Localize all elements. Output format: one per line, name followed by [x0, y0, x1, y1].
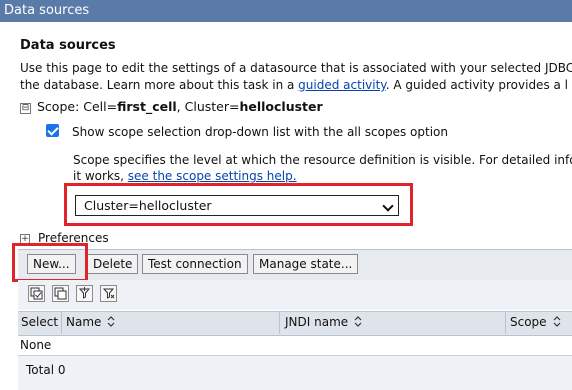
table-footer: [18, 355, 572, 390]
collapse-icon[interactable]: ⊟: [20, 103, 31, 114]
show-all-scopes-checkbox[interactable]: [46, 124, 59, 137]
scope-select[interactable]: Cluster=hellocluster: [75, 195, 399, 216]
scope-mid: , Cluster=: [176, 99, 240, 114]
page-heading: Data sources: [20, 38, 116, 53]
deselect-all-icon[interactable]: [52, 285, 69, 302]
description-line-1: Use this page to edit the settings of a …: [20, 61, 572, 75]
column-separator: [61, 311, 62, 334]
select-all-icon[interactable]: [28, 285, 45, 302]
description-text-post: . A guided activity provides a l: [385, 78, 569, 92]
show-filter-icon[interactable]: [76, 285, 93, 302]
description-line-2: the database. Learn more about this task…: [20, 77, 572, 94]
column-select: Select: [21, 315, 59, 329]
total-count: Total 0: [26, 363, 66, 377]
page-description: Use this page to edit the settings of a …: [20, 60, 572, 94]
clear-filter-icon[interactable]: [100, 285, 117, 302]
test-connection-button[interactable]: Test connection: [142, 254, 248, 274]
column-scope[interactable]: Scope: [510, 311, 561, 334]
scope-prefix: Scope: Cell=: [37, 99, 118, 114]
column-separator: [279, 311, 280, 334]
column-jndi-name[interactable]: JNDI name: [285, 311, 362, 334]
scope-summary: ⊟ Scope: Cell=first_cell, Cluster=hellocl…: [20, 99, 323, 114]
scope-help-line-2: it works, see the scope settings help.: [73, 168, 572, 184]
column-separator: [505, 311, 506, 334]
scope-select-value: Cluster=hellocluster: [84, 198, 212, 213]
scope-help-line-1: Scope specifies the level at which the r…: [73, 153, 572, 167]
sort-icon[interactable]: [107, 316, 115, 327]
delete-button[interactable]: Delete: [87, 254, 139, 274]
scope-cluster: hellocluster: [239, 99, 323, 114]
scope-help-pre: it works,: [73, 169, 128, 183]
sort-icon[interactable]: [553, 316, 561, 327]
column-name[interactable]: Name: [66, 311, 115, 334]
manage-state-button[interactable]: Manage state...: [253, 254, 359, 274]
chevron-down-icon: [382, 200, 394, 212]
show-all-scopes-label[interactable]: Show scope selection drop-down list with…: [72, 125, 448, 139]
column-name-label[interactable]: Name: [66, 315, 101, 329]
scope-cell: first_cell: [117, 99, 177, 114]
scope-help-text: Scope specifies the level at which the r…: [73, 152, 572, 184]
column-scope-label[interactable]: Scope: [510, 315, 547, 329]
column-jndi-label[interactable]: JNDI name: [285, 315, 348, 329]
table-empty-message: None: [20, 338, 52, 352]
sort-icon[interactable]: [354, 316, 362, 327]
scope-settings-help-link[interactable]: see the scope settings help.: [128, 169, 297, 183]
window-title: Data sources: [0, 0, 572, 22]
description-text: the database. Learn more about this task…: [20, 78, 299, 92]
guided-activity-link[interactable]: guided activity: [298, 78, 386, 92]
new-button-highlight: [12, 243, 88, 282]
